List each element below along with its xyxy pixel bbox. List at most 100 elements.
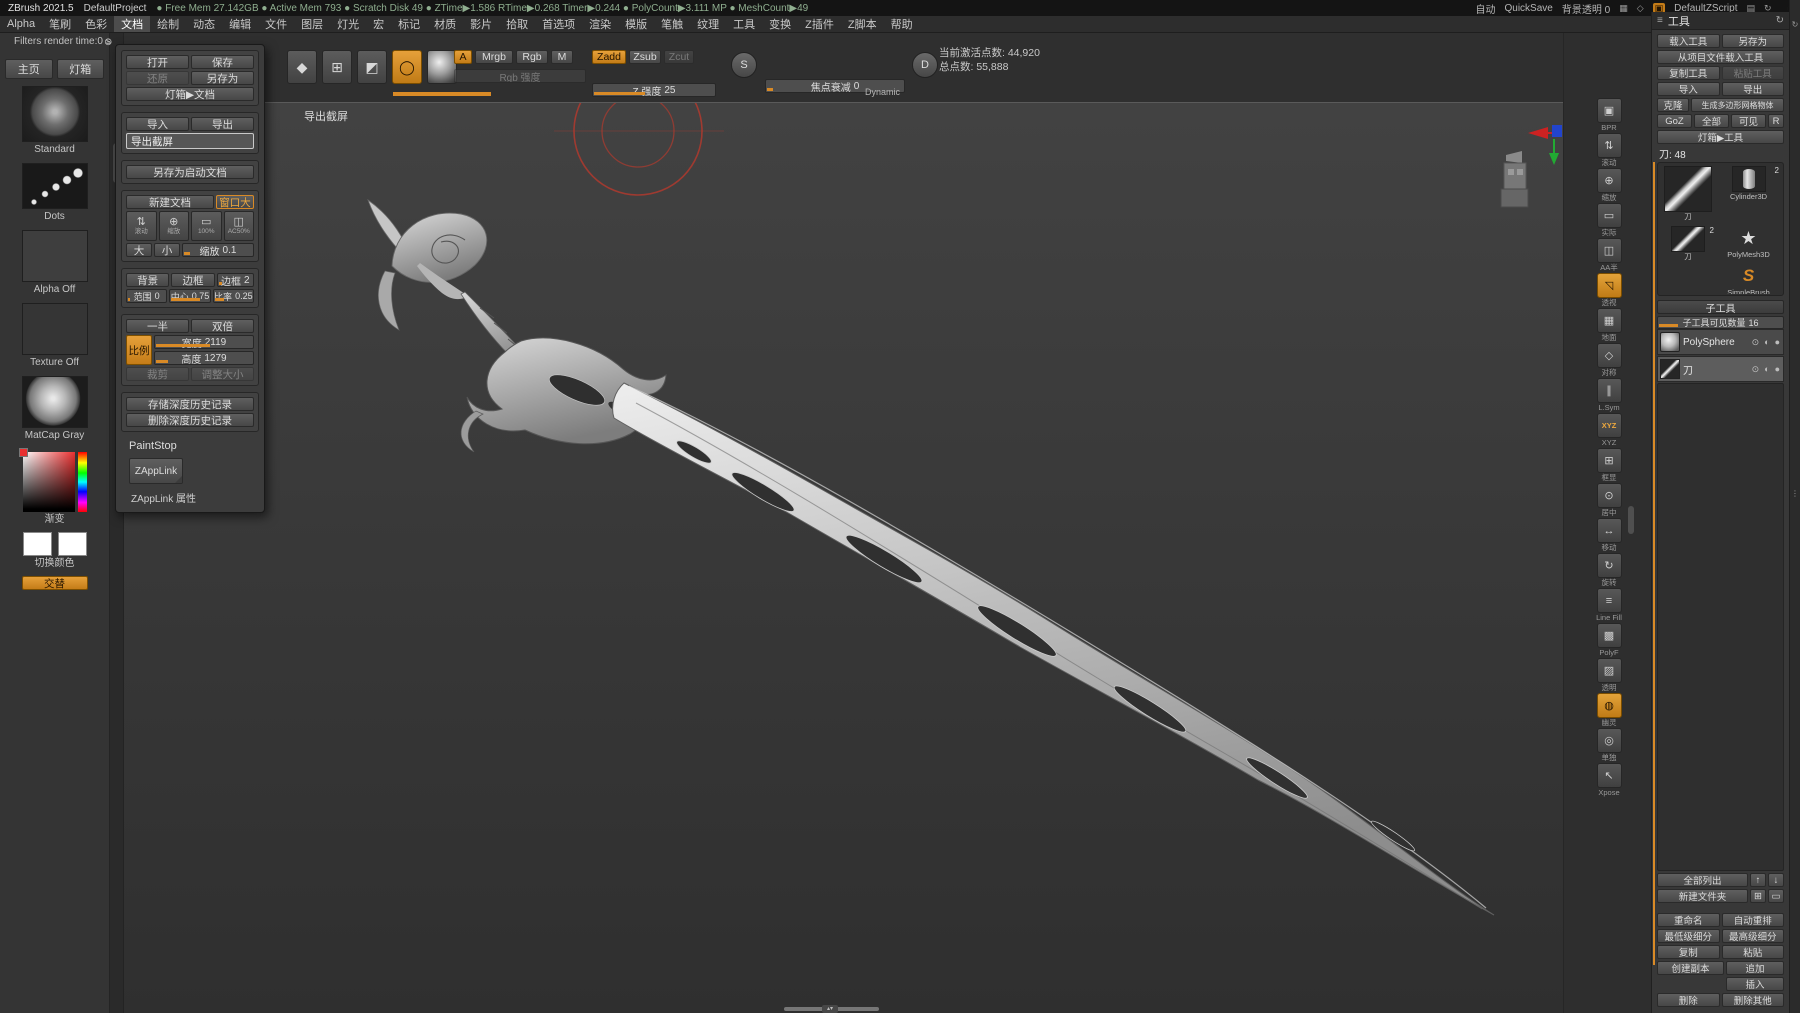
clone-button[interactable]: 克隆 — [1657, 98, 1689, 112]
right-shelf-icon[interactable]: ▦ — [1596, 308, 1622, 333]
right-shelf-icon[interactable]: ↖ — [1596, 763, 1622, 788]
window-size-button[interactable]: 窗口大 — [216, 195, 254, 209]
hue-strip[interactable] — [77, 452, 87, 512]
paint-icon[interactable]: ◐ — [1763, 364, 1770, 374]
right-shelf-button[interactable]: ◎ 单独 — [1594, 728, 1624, 762]
height-slider[interactable]: 高度 1279 — [154, 351, 254, 365]
secondary-color-swatch[interactable] — [57, 532, 87, 556]
right-shelf-button[interactable]: ▣ BPR — [1594, 98, 1624, 132]
menu-item[interactable]: 影片 — [463, 16, 499, 32]
right-shelf-button[interactable]: ↔ 移动 — [1594, 518, 1624, 552]
paste-tool-button[interactable]: 粘贴工具 — [1721, 66, 1784, 80]
new-document-button[interactable]: 新建文档 — [126, 195, 214, 209]
tool-slot-active[interactable]: 刀 — [1661, 166, 1715, 224]
crop-button[interactable]: 裁剪 — [126, 367, 189, 381]
save-as-button[interactable]: 另存为 — [1721, 34, 1784, 48]
menu-item[interactable]: 帮助 — [884, 16, 920, 32]
solo-icon[interactable]: ● — [1774, 364, 1781, 374]
half-button[interactable]: 一半 — [126, 319, 189, 333]
right-shelf-icon[interactable]: XYZ — [1596, 413, 1622, 438]
draw-mode-icon[interactable]: ◯ — [392, 50, 422, 84]
small-button[interactable]: 小 — [154, 243, 180, 257]
menu-item[interactable]: 标记 — [391, 16, 427, 32]
a-toggle-button[interactable]: A — [454, 50, 472, 64]
right-shelf-button[interactable]: ▨ 透明 — [1594, 658, 1624, 692]
center-slider[interactable]: 中心 0.75 — [169, 289, 211, 303]
subtool-list[interactable] — [1657, 383, 1784, 871]
z-intensity-slider[interactable]: Z 强度 25 — [592, 83, 716, 97]
folder-up-icon[interactable]: ▭ — [1768, 889, 1784, 903]
brush-thumbnail[interactable] — [21, 86, 88, 142]
menu-item[interactable]: 拾取 — [499, 16, 535, 32]
tab-home[interactable]: 主页 — [5, 59, 53, 79]
document-view-button[interactable]: ▭ 100% — [191, 211, 222, 241]
zadd-button[interactable]: Zadd — [592, 50, 626, 64]
eye-icon[interactable]: ⊙ — [1751, 364, 1761, 375]
menu-item[interactable]: 灯光 — [330, 16, 366, 32]
right-shelf-icon[interactable]: ◹ — [1596, 273, 1622, 298]
eye-icon[interactable]: ⊙ — [1751, 337, 1761, 348]
ratio-button[interactable]: 比例 — [126, 335, 152, 365]
m-button[interactable]: M — [551, 50, 573, 64]
saturation-value-area[interactable] — [22, 452, 75, 512]
paint-icon[interactable]: ◐ — [1763, 337, 1770, 347]
right-shelf-button[interactable]: ∥ L.Sym — [1594, 378, 1624, 412]
resize-button[interactable]: 调整大小 — [191, 367, 254, 381]
zsub-button[interactable]: Zsub — [629, 50, 661, 64]
right-shelf-button[interactable]: XYZ XYZ — [1594, 413, 1624, 447]
subtool-visible-count-slider[interactable]: 子工具可见数量 16 — [1657, 316, 1784, 329]
store-depth-history-button[interactable]: 存储深度历史记录 — [126, 397, 254, 411]
alt-color-button[interactable]: 交替 — [21, 576, 88, 590]
material-thumbnail[interactable] — [21, 376, 88, 428]
import-button[interactable]: 导入 — [1657, 82, 1720, 96]
right-shelf-icon[interactable]: ▣ — [1596, 98, 1622, 123]
save-startup-doc-button[interactable]: 另存为启动文档 — [126, 165, 254, 179]
menu-item[interactable]: 笔触 — [654, 16, 690, 32]
right-shelf-icon[interactable]: ◎ — [1596, 728, 1622, 753]
load-from-project-button[interactable]: 从项目文件载入工具 — [1657, 50, 1784, 64]
open-button[interactable]: 打开 — [126, 55, 189, 69]
right-shelf-button[interactable]: ⇅ 滚动 — [1594, 133, 1624, 167]
right-shelf-icon[interactable]: ◫ — [1596, 238, 1622, 263]
highest-subdiv-button[interactable]: 最高级细分 — [1721, 929, 1784, 943]
right-shelf-icon[interactable]: ↻ — [1596, 553, 1622, 578]
canvas-viewport[interactable]: 导出截屏 ▴▾ — [124, 102, 1563, 1013]
right-shelf-icon[interactable]: ▭ — [1596, 203, 1622, 228]
canvas-v-scroll-handle[interactable] — [1628, 506, 1634, 534]
goz-r-button[interactable]: R — [1768, 114, 1784, 128]
save-as-button[interactable]: 另存为 — [191, 71, 254, 85]
paste-subtool-button[interactable]: 粘贴 — [1721, 945, 1784, 959]
reload-icon[interactable]: ↻ — [1790, 20, 1800, 29]
right-shelf-button[interactable]: ◹ 透视 — [1594, 273, 1624, 307]
right-shelf-icon[interactable]: ↔ — [1596, 518, 1622, 543]
menu-item[interactable]: 宏 — [366, 16, 391, 32]
menu-item[interactable]: 首选项 — [535, 16, 582, 32]
rate-slider[interactable]: 比率 0.25 — [212, 289, 254, 303]
border-button[interactable]: 边框 — [171, 273, 215, 287]
stroke-thumbnail[interactable] — [21, 163, 88, 209]
dynamic-label[interactable]: Dynamic — [865, 87, 900, 97]
menu-item[interactable]: 材质 — [427, 16, 463, 32]
menu-item[interactable]: 图层 — [294, 16, 330, 32]
folder-add-icon[interactable]: ⊞ — [1750, 889, 1766, 903]
goz-all-button[interactable]: 全部 — [1694, 114, 1729, 128]
export-button[interactable]: 导出 — [1721, 82, 1784, 96]
background-button[interactable]: 背景 — [126, 273, 170, 287]
tool-slot[interactable]: S SimpleBrush — [1717, 264, 1780, 294]
tool-slot[interactable]: Cylinder3D 2 — [1717, 166, 1780, 224]
stroke-s-icon[interactable]: S — [731, 52, 757, 78]
tab-lightbox[interactable]: 灯箱 — [56, 59, 104, 79]
scale-mode-icon[interactable]: ◩ — [357, 50, 387, 84]
paintstop-button[interactable]: PaintStop — [129, 440, 259, 452]
pen-icon[interactable]: ◇ — [1637, 3, 1644, 13]
right-shelf-icon[interactable]: ◍ — [1596, 693, 1622, 718]
make-polymesh-button[interactable]: 生成多边形网格物体 — [1691, 98, 1784, 112]
lowest-subdiv-button[interactable]: 最低级细分 — [1657, 929, 1720, 943]
right-shelf-button[interactable]: ⊙ 居中 — [1594, 483, 1624, 517]
alpha-thumbnail[interactable] — [21, 230, 88, 282]
right-shelf-button[interactable]: ↻ 旋转 — [1594, 553, 1624, 587]
right-shelf-button[interactable]: ▭ 实际 — [1594, 203, 1624, 237]
auto-reorder-button[interactable]: 自动重排 — [1721, 913, 1784, 927]
quicksave-button[interactable]: QuickSave — [1504, 3, 1552, 14]
duplicate-button[interactable]: 创建副本 — [1657, 961, 1724, 975]
